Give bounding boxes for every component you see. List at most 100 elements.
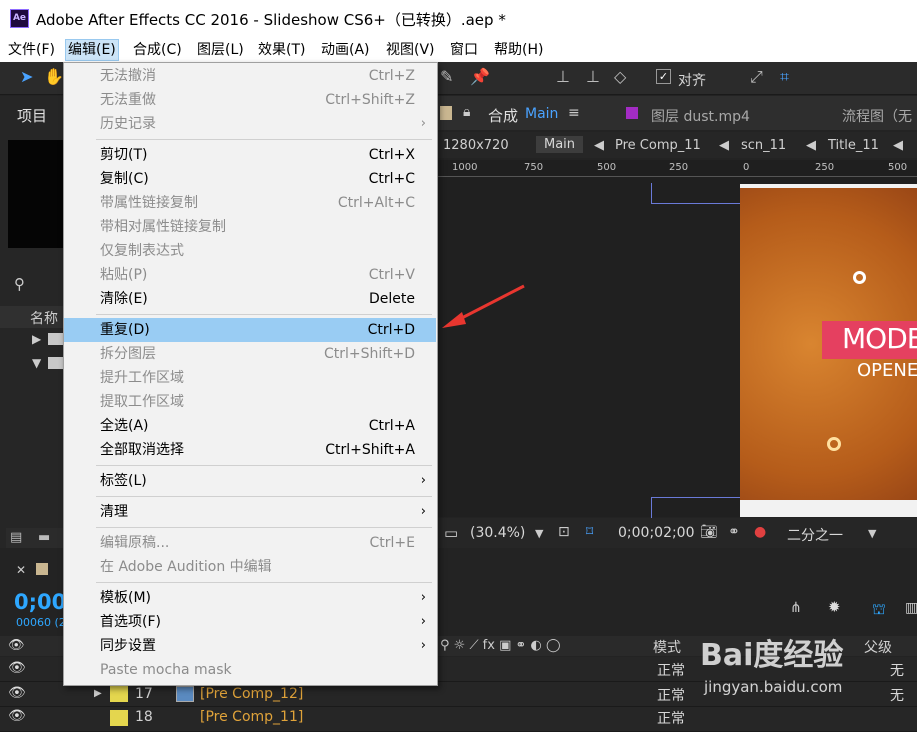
menu-item-sync-settings[interactable]: 同步设置 ›: [64, 634, 436, 658]
menu-item-history[interactable]: 历史记录 ›: [64, 112, 436, 136]
mask-visibility-icon[interactable]: ⌑: [586, 524, 593, 540]
search-icon[interactable]: ⚲: [14, 275, 25, 293]
label-color-swatch[interactable]: [110, 710, 128, 726]
lock-icon[interactable]: 🔒︎: [463, 104, 470, 120]
puppet-pin-tool-icon[interactable]: 📌: [470, 67, 490, 86]
snap-target-icon[interactable]: ⌗: [780, 67, 789, 87]
precomp-icon: [176, 686, 194, 702]
menu-item-templates[interactable]: 模板(M) ›: [64, 586, 436, 610]
zoom-level[interactable]: (30.4%): [470, 525, 525, 541]
menu-separator: [96, 314, 432, 315]
layer-parent[interactable]: 无: [890, 660, 904, 680]
panel-menu-icon[interactable]: ≡: [568, 105, 580, 121]
menu-item-edit-in-audition[interactable]: 在 Adobe Audition 中编辑: [64, 555, 436, 579]
menu-item-shortcut: Delete: [369, 291, 415, 307]
light-ring-graphic: [827, 437, 841, 451]
align-checkbox[interactable]: ✓: [656, 69, 671, 84]
brush-tool-icon[interactable]: ✎: [440, 67, 453, 86]
comp-tab-name[interactable]: Main: [525, 106, 558, 122]
snap-icon[interactable]: ⤢: [750, 67, 763, 87]
breadcrumb-main[interactable]: Main: [536, 136, 584, 153]
menu-item-deselect-all[interactable]: 全部取消选择 Ctrl+Shift+A: [64, 438, 436, 462]
menu-window[interactable]: 窗口: [450, 40, 478, 60]
axis-world-icon[interactable]: ⊥: [586, 67, 600, 86]
comp-tab-label[interactable]: 合成: [488, 105, 518, 126]
graph-editor-icon[interactable]: ▥: [905, 600, 917, 616]
menu-item-undo[interactable]: 无法撤消 Ctrl+Z: [64, 64, 436, 88]
snapshot-icon[interactable]: 📷︎: [700, 524, 718, 540]
menu-item-lift-work-area[interactable]: 提升工作区域: [64, 366, 436, 390]
menu-item-purge[interactable]: 清理 ›: [64, 500, 436, 524]
layer-name[interactable]: [Pre Comp_12]: [200, 686, 303, 702]
tab-layer[interactable]: 图层 dust.mp4: [651, 106, 750, 126]
menu-item-clear[interactable]: 清除(E) Delete: [64, 287, 436, 311]
menu-item-duplicate[interactable]: 重复(D) Ctrl+D: [64, 318, 436, 342]
menu-layer[interactable]: 图层(L): [197, 40, 244, 60]
menu-item-preferences[interactable]: 首选项(F) ›: [64, 610, 436, 634]
menu-item-copy-with-relative-links[interactable]: 带相对属性链接复制: [64, 215, 436, 239]
label-color-swatch[interactable]: [110, 686, 128, 702]
eye-icon[interactable]: 👁︎: [8, 660, 26, 676]
comp-flowchart-icon[interactable]: ⋔: [790, 600, 802, 616]
menu-effect[interactable]: 效果(T): [258, 40, 305, 60]
expand-arrow-icon[interactable]: ▶: [32, 332, 41, 346]
menu-item-select-all[interactable]: 全选(A) Ctrl+A: [64, 414, 436, 438]
menu-item-label: Paste mocha mask: [100, 662, 232, 678]
submenu-arrow-icon: ›: [420, 590, 426, 605]
new-folder-icon[interactable]: ▬: [38, 530, 50, 545]
motion-blur-icon[interactable]: ⛫: [872, 600, 886, 620]
chevron-down-icon[interactable]: ▼: [535, 527, 543, 540]
close-icon[interactable]: ✕: [16, 563, 26, 577]
menu-item-paste-mocha-mask[interactable]: Paste mocha mask: [64, 658, 436, 682]
menu-item-cut[interactable]: 剪切(T) Ctrl+X: [64, 143, 436, 167]
layer-mode[interactable]: 正常: [657, 708, 685, 728]
menu-file[interactable]: 文件(F): [8, 40, 55, 60]
comp-color-swatch: [440, 106, 452, 120]
menu-item-extract-work-area[interactable]: 提取工作区域: [64, 390, 436, 414]
baidu-watermark-logo: Bai度经验: [700, 638, 844, 673]
menu-item-shortcut: Ctrl+A: [368, 418, 415, 434]
breadcrumb-precomp[interactable]: Pre Comp_11: [615, 138, 701, 153]
menu-item-copy-expression-only[interactable]: 仅复制表达式: [64, 239, 436, 263]
menu-composition[interactable]: 合成(C): [133, 40, 182, 60]
menu-item-copy[interactable]: 复制(C) Ctrl+C: [64, 167, 436, 191]
safe-zones-icon[interactable]: ⊡: [558, 524, 570, 540]
interpret-footage-icon[interactable]: ▤: [10, 530, 22, 545]
breadcrumb-scn[interactable]: scn_11: [741, 138, 786, 153]
layer-parent[interactable]: 无: [890, 685, 904, 705]
selection-tool-icon[interactable]: ➤: [20, 67, 33, 86]
hand-tool-icon[interactable]: ✋: [44, 67, 64, 86]
menu-item-paste[interactable]: 粘贴(P) Ctrl+V: [64, 263, 436, 287]
show-snapshot-icon[interactable]: ⚭: [728, 524, 740, 540]
menu-animation[interactable]: 动画(A): [321, 40, 370, 60]
draft-3d-icon[interactable]: ✹: [828, 598, 841, 616]
layer-name[interactable]: [Pre Comp_11]: [200, 709, 303, 725]
expand-arrow-icon[interactable]: ▶: [94, 688, 102, 699]
menu-item-split-layer[interactable]: 拆分图层 Ctrl+Shift+D: [64, 342, 436, 366]
menu-item-edit-original[interactable]: 编辑原稿... Ctrl+E: [64, 531, 436, 555]
channel-icon[interactable]: ●: [754, 524, 766, 540]
viewer-timecode[interactable]: 0;00;02;00: [618, 525, 695, 541]
menu-item-copy-with-property-links[interactable]: 带属性链接复制 Ctrl+Alt+C: [64, 191, 436, 215]
menu-view[interactable]: 视图(V): [386, 40, 435, 60]
chevron-down-icon[interactable]: ▼: [868, 527, 876, 540]
monitor-icon[interactable]: ▭: [444, 524, 458, 542]
collapse-arrow-icon[interactable]: ▼: [32, 356, 41, 370]
project-tab[interactable]: 项目: [17, 105, 47, 126]
menu-item-label-submenu[interactable]: 标签(L) ›: [64, 469, 436, 493]
comp-size-label: 1280x720: [443, 138, 509, 153]
breadcrumb-title[interactable]: Title_11: [828, 138, 879, 153]
tab-flowchart[interactable]: 流程图（无: [842, 106, 912, 126]
axis-view-icon[interactable]: ◇: [614, 67, 626, 86]
menu-item-redo[interactable]: 无法重做 Ctrl+Shift+Z: [64, 88, 436, 112]
eye-icon[interactable]: 👁︎: [8, 708, 26, 724]
eye-icon[interactable]: 👁︎: [8, 638, 25, 653]
menu-item-shortcut: Ctrl+X: [368, 147, 415, 163]
layer-mode[interactable]: 正常: [657, 685, 685, 705]
menu-help[interactable]: 帮助(H): [494, 40, 543, 60]
resolution-select[interactable]: 二分之一: [787, 525, 843, 545]
layer-mode[interactable]: 正常: [657, 660, 685, 680]
eye-icon[interactable]: 👁︎: [8, 685, 26, 701]
menu-edit[interactable]: 编辑(E): [65, 39, 119, 61]
axis-local-icon[interactable]: ⊥: [556, 67, 570, 86]
